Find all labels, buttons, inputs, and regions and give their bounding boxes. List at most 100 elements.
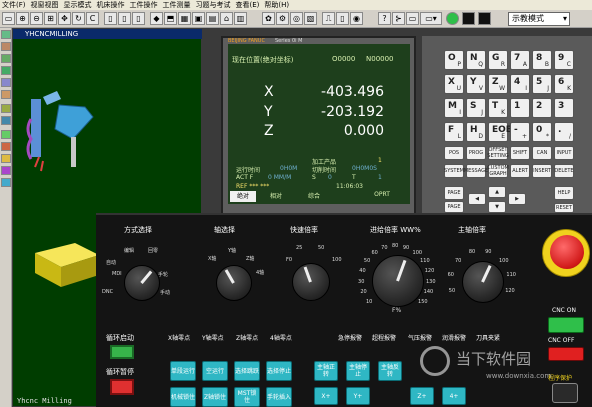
dry-run-button[interactable]: 空运行 [202,361,228,381]
key--[interactable]: - + [510,122,530,142]
func-key-alert[interactable]: ALERT [510,164,530,178]
softkey-absolute[interactable]: 绝对 [230,191,256,202]
func-key-system[interactable]: SYSTEM [444,164,464,178]
spindle-knob[interactable] [462,261,504,303]
tool-i-icon[interactable] [1,130,11,139]
grid-icon[interactable]: ▦ [178,12,191,25]
jog-y-plus-button[interactable]: Y+ [346,387,370,405]
workpiece-icon[interactable]: ▥ [234,12,247,25]
tool-e-icon[interactable] [1,78,11,87]
jog-4-plus-button[interactable]: 4+ [442,387,466,405]
menu-measure[interactable]: 工件测量 [163,0,191,10]
tool-m-icon[interactable] [1,178,11,187]
menu-display[interactable]: 显示模式 [64,0,92,10]
arrow-down-icon[interactable]: ▼ [488,201,506,213]
key-y[interactable]: YV [466,74,486,94]
rapid-knob[interactable] [292,263,330,301]
mode-select[interactable]: 示教模式 ▾ [508,12,570,26]
key-9[interactable]: 9C [554,50,574,70]
func-key-shift[interactable]: SHIFT [510,146,530,160]
arrow-right-icon[interactable]: ▶ [508,193,526,205]
func-key-message[interactable]: MESSAGE [464,164,488,178]
step-icon[interactable]: ⊱ [392,12,405,25]
cnc-on-button[interactable] [548,317,584,333]
key-z[interactable]: ZW [488,74,508,94]
key-n[interactable]: NQ [466,50,486,70]
emergency-stop-button[interactable] [550,235,584,269]
key-o[interactable]: OP [444,50,464,70]
func-key-can[interactable]: CAN [532,146,552,160]
view-front-icon[interactable]: ▯ [118,12,131,25]
key-m[interactable]: MI [444,98,464,118]
func-key-pos[interactable]: POS [444,146,464,160]
page-up-key[interactable]: PAGE [444,186,464,200]
key-eob[interactable]: EOB E [488,122,513,142]
func-key-input[interactable]: INPUT [554,146,574,160]
key-f[interactable]: FL [444,122,464,142]
zoom-fit-icon[interactable]: ⊞ [44,12,57,25]
target-icon[interactable]: ◎ [290,12,303,25]
func-key-custom-graph[interactable]: CUSTOM GRAPH [487,164,509,178]
handwheel-insert-button[interactable]: 手轮插入 [266,387,292,407]
program-protect-switch[interactable] [552,383,578,403]
key-h[interactable]: HD [466,122,486,142]
jog-x-plus-button[interactable]: X+ [314,387,338,405]
axis-knob[interactable] [216,265,252,301]
key-4[interactable]: 4I [510,74,530,94]
tool-a-icon[interactable] [1,30,11,39]
display-icon[interactable]: ▤ [206,12,219,25]
optional-stop-button[interactable]: 选择停止 [266,361,292,381]
page-down-key[interactable]: PAGE [444,201,464,213]
help-key[interactable]: HELP [554,186,574,200]
cycle-start-button[interactable] [110,345,134,359]
pause-black-icon[interactable] [478,12,491,25]
key-2[interactable]: 2 [532,98,552,118]
spindle-ccw-button[interactable]: 主轴反转 [378,361,402,381]
image-icon[interactable]: ▣ [192,12,205,25]
help-icon[interactable]: ? [378,12,391,25]
tool-l-icon[interactable] [1,166,11,175]
gauge-icon[interactable]: ▧ [304,12,317,25]
key-s[interactable]: SJ [466,98,486,118]
menu-file[interactable]: 文件(F) [2,0,26,10]
single-block-button[interactable]: 单段运行 [170,361,196,381]
tool-f-icon[interactable] [1,90,11,99]
zoom-out-icon[interactable]: ⊖ [30,12,43,25]
z-lock-button[interactable]: Z轴锁住 [202,387,228,407]
view-icon[interactable]: ▭ [2,12,15,25]
tool-d-icon[interactable] [1,66,11,75]
func-key-insert[interactable]: INSERT [532,164,552,178]
view-iso-icon[interactable]: ◆ [150,12,163,25]
mst-lock-button[interactable]: MST锁住 [234,387,260,407]
color-select-icon[interactable]: ▭▾ [420,12,442,25]
feed-knob[interactable] [372,255,424,307]
measure-icon[interactable]: ⎍ [322,12,335,25]
mode-knob[interactable] [124,265,160,301]
menu-workpiece[interactable]: 工件操作 [130,0,158,10]
menu-exam[interactable]: 习题与考试 [196,0,231,10]
softkey-oprt[interactable]: OPRT [362,191,402,202]
palette-icon[interactable]: ✿ [262,12,275,25]
tool-j-icon[interactable] [1,142,11,151]
view-top-icon[interactable]: ▯ [132,12,145,25]
rotate-icon[interactable]: ↻ [72,12,85,25]
settings-icon[interactable]: ⚙ [276,12,289,25]
key-5[interactable]: 5J [532,74,552,94]
menu-view[interactable]: 视窗视图 [31,0,59,10]
run-green-icon[interactable] [446,12,459,25]
key-.[interactable]: . / [554,122,574,142]
tool-c-icon[interactable] [1,54,11,63]
softkey-relative[interactable]: 相对 [258,191,294,202]
tool-k-icon[interactable] [1,154,11,163]
tool-g-icon[interactable] [1,104,11,113]
key-8[interactable]: 8B [532,50,552,70]
tool-b-icon[interactable] [1,42,11,51]
refresh-icon[interactable]: C [86,12,99,25]
stop-icon[interactable]: ▭ [406,12,419,25]
key-3[interactable]: 3 [554,98,574,118]
key-6[interactable]: 6K [554,74,574,94]
circle-icon[interactable]: ◉ [350,12,363,25]
key-g[interactable]: GR [488,50,508,70]
func-key-prog[interactable]: PROG [466,146,486,160]
key-x[interactable]: XU [444,74,464,94]
